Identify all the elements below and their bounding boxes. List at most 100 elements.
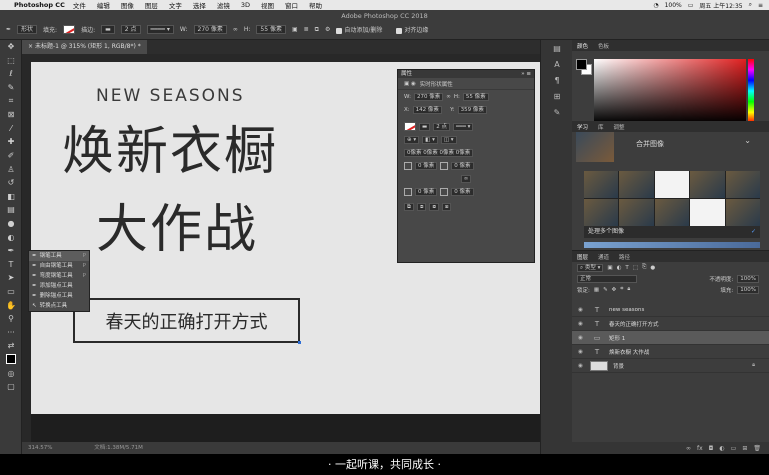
filter-adjust-icon[interactable]: ◐ xyxy=(617,265,622,271)
filter-type-icon[interactable]: T xyxy=(625,265,628,271)
learn-caption[interactable]: 处理多个图像 ✓ xyxy=(584,226,760,238)
add-mask-icon[interactable]: ◘ xyxy=(709,445,714,452)
adjustment-layer-icon[interactable]: ◐ xyxy=(719,445,724,452)
layer-row-selected[interactable]: ◉ ▭ 矩形 1 xyxy=(572,331,769,345)
blur-tool-icon[interactable]: ● xyxy=(0,217,22,231)
layer-row[interactable]: ◉ 背景 🔒︎ xyxy=(572,359,769,373)
canvas-headline-2[interactable]: 大作战 xyxy=(96,200,258,260)
mode-select[interactable]: 形状 xyxy=(17,25,38,34)
flyout-pen-tool[interactable]: ✒ 钢笔工具 P xyxy=(29,251,89,261)
prop-corner-tl[interactable]: 0 像素 xyxy=(415,161,438,170)
flyout-curvature-pen-tool[interactable]: ✒ 弯度钢笔工具 P xyxy=(29,271,89,281)
filter-shape-icon[interactable]: ⬚ xyxy=(633,265,638,271)
eye-icon[interactable]: ◉ xyxy=(576,321,585,327)
crop-tool-icon[interactable]: ⌗ xyxy=(0,94,22,108)
menu-type[interactable]: 文字 xyxy=(169,0,182,10)
gradient-tool-icon[interactable]: ▤ xyxy=(0,203,22,217)
stamp-tool-icon[interactable]: ♙ xyxy=(0,162,22,176)
trash-icon[interactable]: 🗑︎ xyxy=(753,445,761,452)
lasso-tool-icon[interactable]: ℓ xyxy=(0,67,22,81)
pen-tool-preset-icon[interactable]: ✒ xyxy=(6,26,11,33)
path-op-combine-icon[interactable]: ⧉ xyxy=(404,202,414,211)
foreground-color-swatch[interactable] xyxy=(0,353,22,367)
layer-row[interactable]: ◉ Tnew seasons xyxy=(572,303,769,317)
learn-image-mosaic[interactable] xyxy=(584,171,760,226)
w-input[interactable]: 270 像素 xyxy=(193,25,227,34)
filter-smart-icon[interactable]: ⎘ xyxy=(642,264,646,271)
link-corners-icon[interactable]: ∞ xyxy=(460,174,472,183)
path-ops-icon[interactable]: ▣ xyxy=(292,26,298,33)
prop-w-input[interactable]: 270 像素 xyxy=(413,92,444,101)
marquee-tool-icon[interactable]: ⬚ xyxy=(0,54,22,68)
path-arrange-icon[interactable]: ⧉ xyxy=(315,26,319,34)
new-layer-icon[interactable]: ⊞ xyxy=(742,445,747,452)
filter-toggle-icon[interactable]: ● xyxy=(650,265,655,271)
prop-x-input[interactable]: 142 像素 xyxy=(412,105,442,114)
menu-edit[interactable]: 编辑 xyxy=(97,0,110,10)
flyout-delete-anchor-tool[interactable]: ✒ 删除锚点工具 xyxy=(29,291,89,301)
new-group-icon[interactable]: ▭ xyxy=(731,445,737,452)
paragraph-panel-icon[interactable]: ¶ xyxy=(541,72,573,88)
prop-radius-all[interactable]: 0像素 0像素 0像素 0像素 xyxy=(404,148,474,157)
lock-pixels-icon[interactable]: ▦ xyxy=(594,287,599,293)
doc-size[interactable]: 文档:1.38M/5.71M xyxy=(94,445,143,451)
dodge-tool-icon[interactable]: ◐ xyxy=(0,230,22,244)
fill-swatch[interactable] xyxy=(63,25,76,34)
chevron-down-icon[interactable]: ⌄ xyxy=(744,136,751,145)
lock-paint-icon[interactable]: ✎ xyxy=(603,287,608,293)
path-select-tool-icon[interactable]: ➤ xyxy=(0,271,22,285)
hand-tool-icon[interactable]: ✋ xyxy=(0,298,22,312)
battery-icon[interactable]: ▭ xyxy=(688,2,694,9)
layer-row[interactable]: ◉ T 春天的正确打开方式 xyxy=(572,317,769,331)
blend-mode-select[interactable]: 正常 xyxy=(577,274,637,283)
prop-corner-br[interactable]: 0 像素 xyxy=(451,187,474,196)
eye-icon[interactable]: ◉ xyxy=(576,363,585,369)
document-tab[interactable]: × 未标题-1 @ 315% (矩形 1, RGB/8*) * xyxy=(22,40,147,54)
brush-tool-icon[interactable]: ✐ xyxy=(0,149,22,163)
history-panel-icon[interactable]: ▤ xyxy=(541,40,573,56)
fg-bg-swatches[interactable] xyxy=(576,59,592,75)
lock-artboard-icon[interactable]: ⌗ xyxy=(620,286,623,293)
menu-view[interactable]: 视图 xyxy=(261,0,274,10)
path-op-exclude-icon[interactable]: ⧆ xyxy=(441,202,452,211)
tab-channels[interactable]: 通道 xyxy=(593,253,614,261)
menu-filter[interactable]: 滤镜 xyxy=(217,0,230,10)
hue-slider[interactable] xyxy=(748,59,754,123)
history-brush-icon[interactable]: ↺ xyxy=(0,176,22,190)
learn-next-thumbnail[interactable] xyxy=(584,242,760,248)
learn-thumbnail[interactable] xyxy=(576,132,614,162)
search-icon[interactable]: ⌕ xyxy=(749,1,752,9)
link-layers-icon[interactable]: ∞ xyxy=(686,445,691,452)
gear-icon[interactable]: ⚙ xyxy=(325,26,330,33)
flyout-freeform-pen-tool[interactable]: ✒ 自由钢笔工具 P xyxy=(29,261,89,271)
path-align-icon[interactable]: ≣ xyxy=(304,26,309,33)
menu-image[interactable]: 图像 xyxy=(121,0,134,10)
prop-corner-bl[interactable]: 0 像素 xyxy=(415,187,438,196)
eye-icon[interactable]: ◉ xyxy=(576,307,585,313)
swap-colors-icon[interactable]: ⇄ xyxy=(0,339,22,353)
tab-color[interactable]: 颜色 xyxy=(572,42,593,50)
link-icon[interactable]: ∞ xyxy=(233,26,238,33)
stroke-width-input[interactable]: 2 点 xyxy=(120,25,141,34)
menu-help[interactable]: 帮助 xyxy=(309,0,322,10)
quick-select-tool-icon[interactable]: ✎ xyxy=(0,81,22,95)
path-op-intersect-icon[interactable]: ⧇ xyxy=(429,202,439,211)
rectangle-tool-icon[interactable]: ▭ xyxy=(0,285,22,299)
canvas-rectangle-shape[interactable]: 春天的正确打开方式 xyxy=(72,297,301,344)
close-icon[interactable]: × xyxy=(28,43,33,50)
tab-paths[interactable]: 路径 xyxy=(614,253,635,261)
eraser-tool-icon[interactable]: ◧ xyxy=(0,190,22,204)
screen-mode-icon[interactable]: ▢ xyxy=(0,380,22,394)
lock-all-icon[interactable]: 🔒︎ xyxy=(627,286,630,293)
lock-position-icon[interactable]: ✥ xyxy=(612,287,617,293)
eyedropper-tool-icon[interactable]: ⁄ xyxy=(0,122,22,136)
prop-join-select[interactable]: ◫ ▾ xyxy=(440,135,457,144)
prop-stroke-type[interactable]: ━━━ ▾ xyxy=(452,122,474,131)
prop-y-input[interactable]: 359 像素 xyxy=(457,105,487,114)
menu-list-icon[interactable]: ≡ xyxy=(758,2,763,9)
layer-row[interactable]: ◉ T 焕新衣橱 大作战 xyxy=(572,345,769,359)
more-tools-icon[interactable]: ··· xyxy=(0,325,22,339)
layer-kind-select[interactable]: ⌕ 类型 ▾ xyxy=(577,263,604,272)
type-tool-icon[interactable]: T xyxy=(0,258,22,272)
prop-align-select[interactable]: ⊕ ▾ xyxy=(404,135,420,144)
